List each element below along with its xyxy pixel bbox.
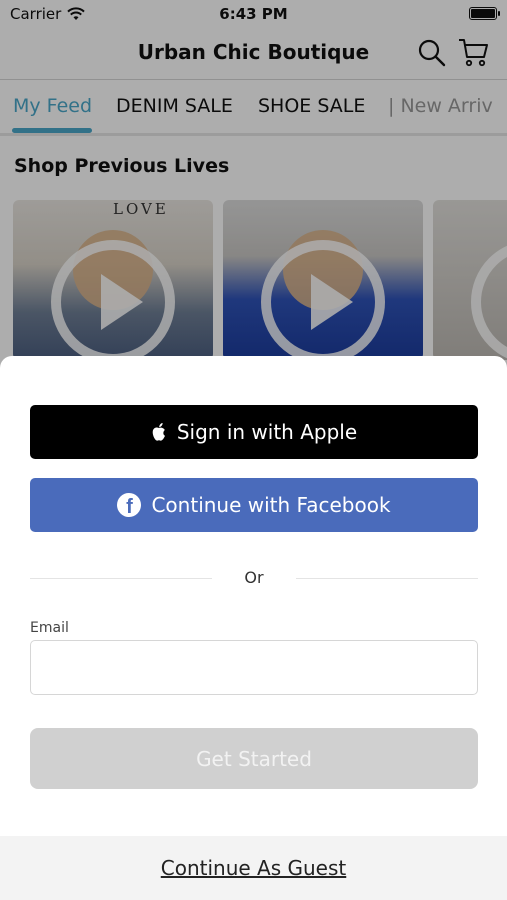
or-text: Or [244,568,264,587]
email-label: Email [30,620,69,636]
continue-facebook-button[interactable]: f Continue with Facebook [30,478,478,532]
apple-button-label: Sign in with Apple [176,420,358,444]
get-started-label: Get Started [196,746,312,771]
get-started-button[interactable]: Get Started [30,728,478,789]
facebook-icon: f [117,493,142,517]
facebook-button-label: Continue with Facebook [151,493,391,517]
sign-in-apple-button[interactable]: Sign in with Apple [30,405,478,459]
sign-in-sheet: Sign in with Apple f Continue with Faceb… [0,356,507,900]
apple-icon [152,423,165,441]
email-field[interactable] [30,640,478,695]
or-divider: Or [30,568,478,588]
continue-as-guest-link[interactable]: Continue As Guest [161,856,347,880]
guest-bar: Continue As Guest [0,836,507,900]
